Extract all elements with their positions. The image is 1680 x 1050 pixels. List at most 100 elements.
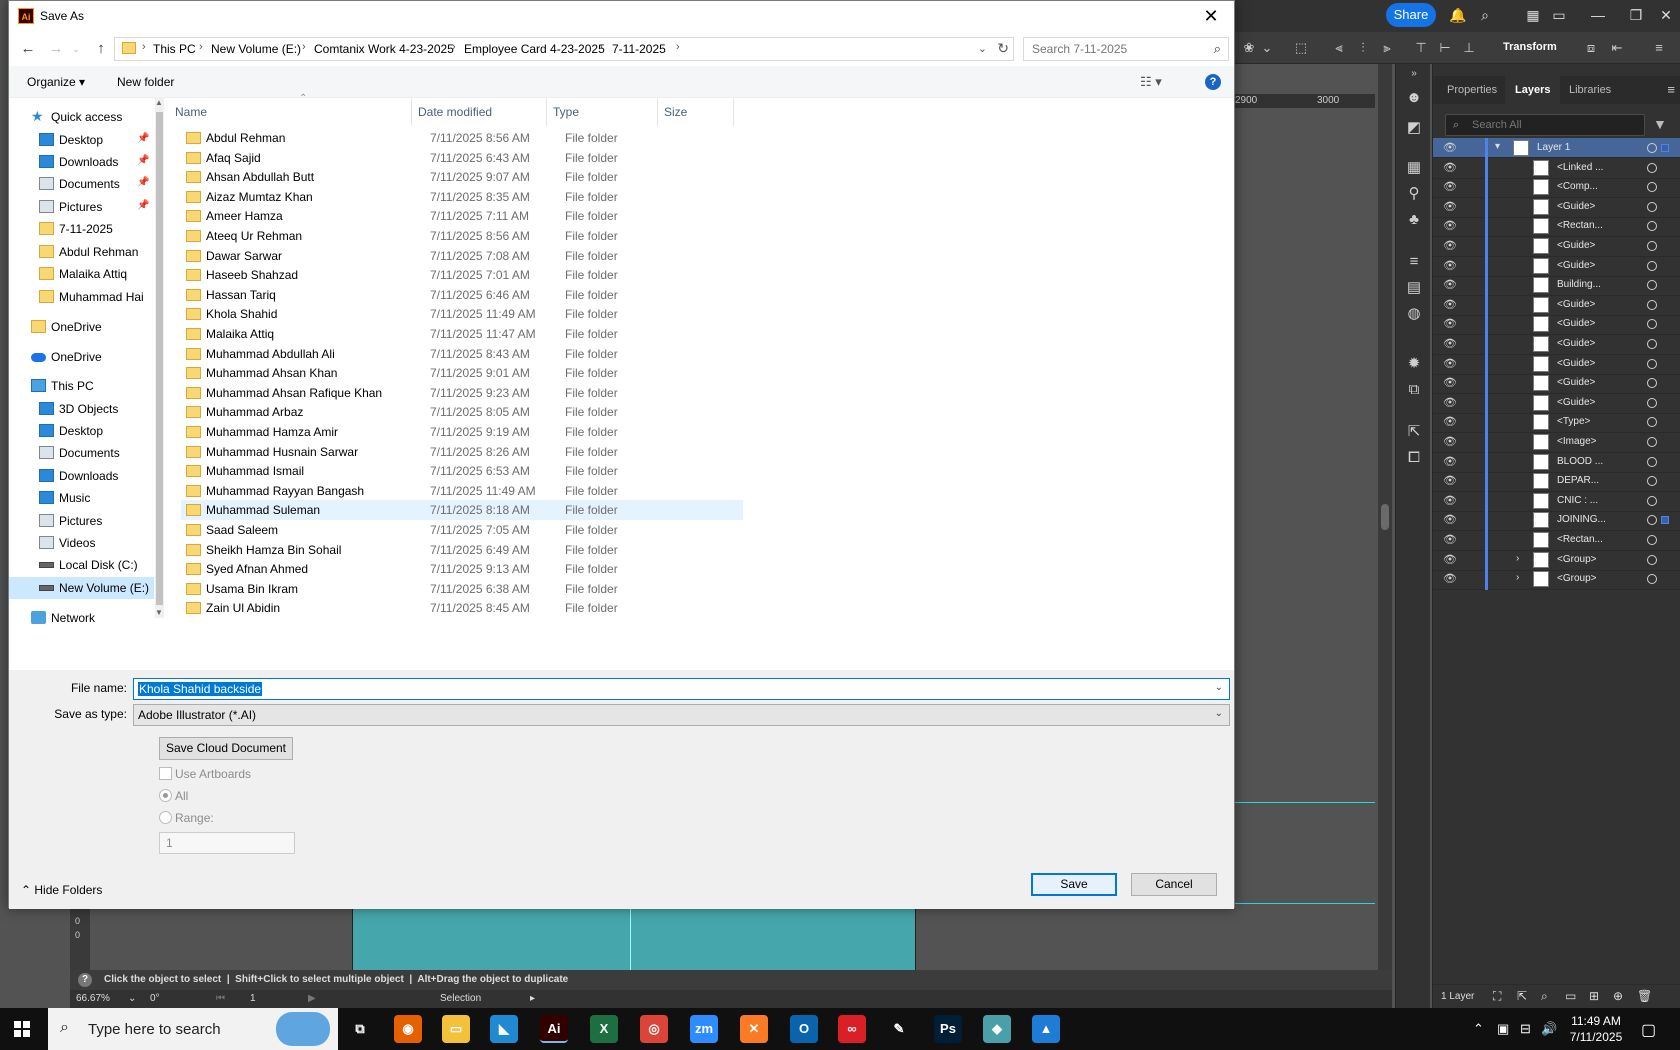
bell-icon[interactable]: 🔔	[1449, 7, 1466, 23]
file-row[interactable]: Malaika Attiq 7/11/2025 11:47 AM File fold…	[181, 324, 743, 344]
target-circle-icon[interactable]	[1647, 574, 1657, 585]
target-circle-icon[interactable]	[1647, 221, 1657, 232]
restore-icon[interactable]: ❐	[1628, 7, 1644, 23]
column-header-name[interactable]: Name ⌃	[169, 93, 412, 126]
layers-search-input[interactable]: ⌕ Search All	[1445, 114, 1645, 136]
virtualbox-icon[interactable]: ◆	[983, 1015, 1011, 1043]
target-circle-icon[interactable]	[1647, 476, 1657, 487]
show-hidden-icons-icon[interactable]: ⌃	[1473, 1021, 1484, 1037]
layer-row[interactable]: 👁 <Guide>	[1433, 196, 1680, 218]
file-row[interactable]: Haseeb Shahzad 7/11/2025 7:01 AM File fold…	[181, 265, 743, 285]
delete-layer-icon[interactable]: 🗑	[1637, 989, 1652, 1003]
new-sublayer-icon[interactable]: ⊞	[1589, 989, 1599, 1003]
brush-icon[interactable]: ⚲	[1404, 184, 1424, 204]
visibility-eye-icon[interactable]: 👁	[1443, 298, 1457, 312]
breadcrumb-comtanix[interactable]: Comtanix Work 4-23-2025	[314, 42, 454, 56]
visibility-eye-icon[interactable]: 👁	[1443, 317, 1457, 331]
layer-row[interactable]: 👁 <Guide>	[1433, 392, 1680, 414]
target-circle-icon[interactable]	[1647, 241, 1657, 251]
taskbar-search-box[interactable]: ⌕ Type here to search	[48, 1008, 338, 1050]
nav-item[interactable]: Abdul Rehman	[9, 241, 154, 263]
filter-icon[interactable]: ▼	[1653, 116, 1667, 132]
file-row[interactable]: Hassan Tariq 7/11/2025 6:46 AM File folder	[181, 285, 743, 305]
layer-row[interactable]: 👁 <Linked ...	[1433, 157, 1680, 179]
view-options-icon[interactable]: ☷ ▾	[1140, 74, 1162, 90]
target-circle-icon[interactable]	[1647, 535, 1657, 545]
layer-row[interactable]: 👁 <Image>	[1433, 432, 1680, 453]
artboards-icon[interactable]: ⧠	[1404, 448, 1424, 468]
nav-item[interactable]: Documents	[9, 442, 154, 464]
layer-row[interactable]: 👁 <Type>	[1433, 412, 1680, 434]
up-arrow-icon[interactable]: ↑	[91, 40, 111, 58]
chevron-down-icon[interactable]: ⌄	[1259, 40, 1275, 56]
tab-layers[interactable]: Layers	[1505, 76, 1561, 104]
nav-item[interactable]: Desktop 📌	[9, 129, 154, 151]
align-center-icon[interactable]: ⫶	[1355, 40, 1371, 56]
nav-item[interactable]: New Volume (E:)	[9, 577, 154, 599]
visibility-eye-icon[interactable]: 👁	[1443, 161, 1457, 175]
scroll-down-icon[interactable]: ▼	[155, 608, 163, 617]
target-circle-icon[interactable]	[1647, 378, 1657, 389]
file-row[interactable]: Ameer Hamza 7/11/2025 7:11 AM File folder	[181, 206, 743, 226]
vscode-icon[interactable]: ◣	[490, 1015, 518, 1043]
file-row[interactable]: Muhammad Ahsan Rafique Khan 7/11/2025 9:2…	[181, 383, 743, 403]
file-row[interactable]: Usama Bin Ikram 7/11/2025 6:38 AM File fol…	[181, 579, 743, 599]
transform-icon[interactable]: ⬚	[1293, 40, 1309, 56]
save-cloud-document-button[interactable]: Save Cloud Document	[159, 737, 293, 760]
nav-item[interactable]: Local Disk (C:)	[9, 554, 154, 576]
visibility-eye-icon[interactable]: 👁	[1443, 219, 1457, 233]
gradient-icon[interactable]: ◩	[1404, 118, 1424, 138]
visibility-eye-icon[interactable]: 👁	[1443, 180, 1457, 194]
new-folder-button[interactable]: New folder	[117, 75, 174, 89]
nav-item[interactable]: This PC	[9, 375, 154, 397]
rotation-value[interactable]: 0°	[150, 990, 160, 1008]
breadcrumb-volume[interactable]: New Volume (E:)	[211, 42, 301, 56]
close-icon[interactable]: ✕	[1658, 7, 1674, 23]
visibility-eye-icon[interactable]: 👁	[1443, 396, 1457, 410]
layer-row[interactable]: 👁 Building...	[1433, 275, 1680, 297]
nav-item[interactable]: Pictures 📌	[9, 196, 154, 218]
layer-row[interactable]: 👁 ▾ Layer 1	[1433, 138, 1680, 159]
file-row[interactable]: Muhammad Hamza Amir 7/11/2025 9:19 AM File…	[181, 422, 743, 442]
export-layer-icon[interactable]: ⇱	[1517, 989, 1527, 1003]
range-input[interactable]: 1	[159, 832, 295, 854]
visibility-eye-icon[interactable]: 👁	[1443, 533, 1457, 547]
transform-link[interactable]: Transform	[1503, 41, 1557, 53]
taskbar-clock[interactable]: 11:49 AM 7/11/2025	[1556, 1013, 1636, 1045]
column-header-date[interactable]: Date modified	[412, 98, 547, 126]
clipping-mask-icon[interactable]: ▭	[1565, 989, 1576, 1003]
column-header-type[interactable]: Type	[547, 98, 658, 126]
savetype-select[interactable]: Adobe Illustrator (*.AI) ⌄	[133, 704, 1230, 726]
arrange-icon[interactable]: ⇤	[1609, 40, 1625, 56]
filename-input[interactable]: Khola Shahid backside ⌄	[133, 678, 1230, 700]
nav-scrollbar[interactable]: ▲ ▼	[155, 98, 164, 618]
visibility-eye-icon[interactable]: 👁	[1443, 141, 1457, 155]
breadcrumb-separator[interactable]: ›	[676, 41, 680, 53]
file-row[interactable]: Ateeq Ur Rehman 7/11/2025 8:56 AM File fol…	[181, 226, 743, 246]
file-row[interactable]: Syed Afnan Ahmed 7/11/2025 9:13 AM File fo…	[181, 559, 743, 579]
nav-item[interactable]: Network	[9, 607, 154, 629]
save-button[interactable]: Save	[1031, 873, 1117, 896]
task-view-icon[interactable]: ⧉	[346, 1015, 374, 1043]
gradient-panel-icon[interactable]: ▤	[1404, 278, 1424, 298]
file-row[interactable]: Abdul Rehman 7/11/2025 8:56 AM File folder	[181, 128, 743, 148]
file-row[interactable]: Muhammad Ismail 7/11/2025 6:53 AM File fol…	[181, 461, 743, 481]
creative-cloud-icon[interactable]: ∞	[838, 1015, 866, 1043]
window-icon[interactable]: ▭	[1551, 7, 1567, 23]
target-circle-icon[interactable]	[1647, 515, 1657, 526]
target-circle-icon[interactable]	[1647, 358, 1657, 369]
panel-menu-icon[interactable]: ≡	[1667, 82, 1675, 97]
asset-export-icon[interactable]: ⇱	[1404, 422, 1424, 442]
target-circle-icon[interactable]	[1647, 495, 1657, 506]
file-row[interactable]: Sheikh Hamza Bin Sohail 7/11/2025 6:49 AM…	[181, 540, 743, 560]
chevron-right-icon[interactable]: ›	[1516, 572, 1519, 583]
target-circle-icon[interactable]	[1647, 554, 1657, 565]
xampp-icon[interactable]: ✕	[740, 1015, 768, 1043]
chevron-down-icon[interactable]: ⌄	[978, 42, 987, 55]
breadcrumb-this-pc[interactable]: This PC	[153, 42, 196, 56]
file-row[interactable]: Afaq Sajid 7/11/2025 6:43 AM File folder	[181, 148, 743, 168]
tool-mode[interactable]: Selection	[440, 990, 481, 1008]
organize-button[interactable]: Organize ▾	[27, 75, 85, 89]
visibility-eye-icon[interactable]: 👁	[1443, 278, 1457, 292]
file-row[interactable]: Zain Ul Abidin 7/11/2025 8:45 AM File fold…	[181, 598, 743, 618]
